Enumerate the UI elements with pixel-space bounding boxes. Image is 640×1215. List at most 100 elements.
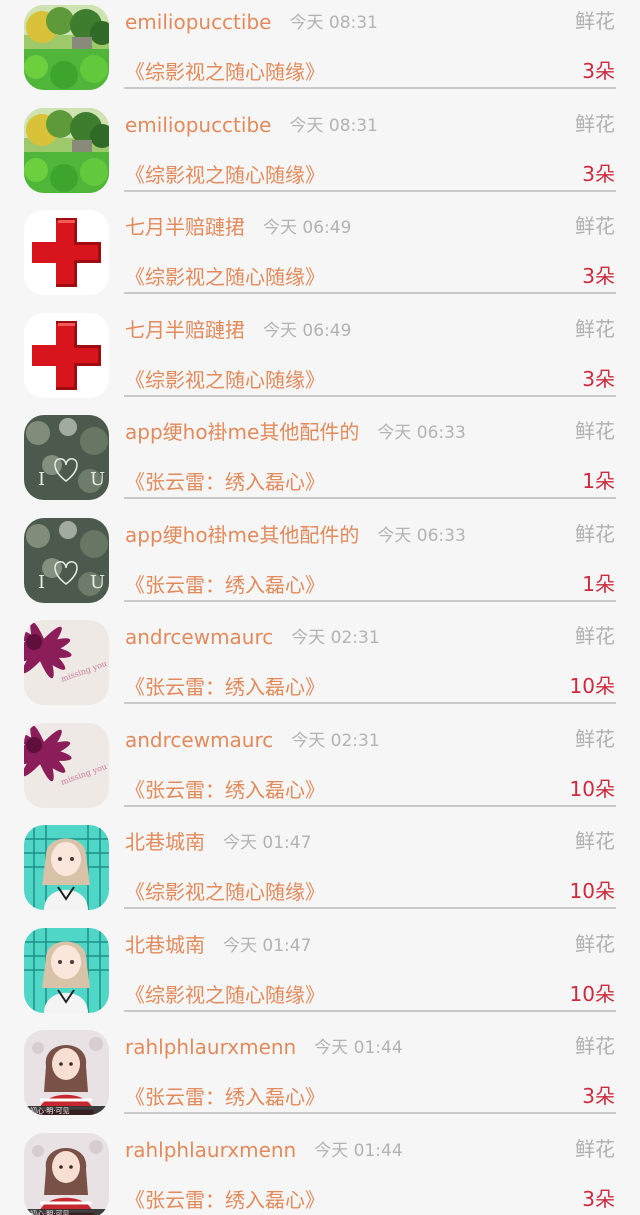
divider bbox=[124, 1010, 616, 1012]
gift-type: 鲜花 bbox=[575, 1034, 615, 1058]
bokeh-heart-avatar[interactable]: IU bbox=[24, 415, 109, 500]
gift-count: 1朵 bbox=[582, 572, 615, 596]
gift-count: 10朵 bbox=[569, 879, 615, 903]
gift-record-row[interactable]: missing you andrcewmaurc 今天 02:31 鲜花 《张云雷… bbox=[0, 718, 640, 821]
timestamp: 今天 06:33 bbox=[377, 526, 466, 546]
user-name[interactable]: 七月半赔蹥捃 bbox=[125, 318, 245, 342]
landscape-avatar[interactable] bbox=[24, 108, 109, 193]
user-name[interactable]: app绠ho褂me其他配件的 bbox=[125, 420, 359, 444]
gift-count: 3朵 bbox=[582, 162, 615, 186]
book-title[interactable]: 《综影视之随心随缘》 bbox=[125, 58, 325, 86]
user-name[interactable]: 北巷城南 bbox=[125, 933, 205, 957]
gift-type: 鲜花 bbox=[575, 1137, 615, 1161]
svg-text:U: U bbox=[90, 572, 105, 593]
divider bbox=[124, 292, 616, 294]
user-name-line: rahlphlaurxmenn 今天 01:44 bbox=[125, 1033, 403, 1062]
book-title[interactable]: 《综影视之随心随缘》 bbox=[125, 366, 325, 394]
divider bbox=[124, 395, 616, 397]
book-title[interactable]: 《张云雷：绣入磊心》 bbox=[125, 673, 325, 701]
bokeh-heart-avatar[interactable]: IU bbox=[24, 518, 109, 603]
gift-count: 3朵 bbox=[582, 264, 615, 288]
timestamp: 今天 01:44 bbox=[314, 1038, 403, 1058]
book-title[interactable]: 《综影视之随心随缘》 bbox=[125, 161, 325, 189]
user-name[interactable]: 七月半赔蹥捃 bbox=[125, 215, 245, 239]
user-name-line: andrcewmaurc 今天 02:31 bbox=[125, 726, 380, 755]
gift-record-row[interactable]: IU app绠ho褂me其他配件的 今天 06:33 鲜花 《张云雷：绣入磊心》 … bbox=[0, 513, 640, 616]
divider bbox=[124, 190, 616, 192]
purple-flower-avatar[interactable]: missing you bbox=[24, 620, 109, 705]
gift-record-row[interactable]: 七月半赔蹥捃 今天 06:49 鲜花 《综影视之随心随缘》 3朵 bbox=[0, 308, 640, 411]
user-name[interactable]: rahlphlaurxmenn bbox=[125, 1138, 296, 1162]
timestamp: 今天 01:47 bbox=[223, 833, 312, 853]
gift-count: 10朵 bbox=[569, 777, 615, 801]
gift-type: 鲜花 bbox=[575, 317, 615, 341]
user-name[interactable]: 北巷城南 bbox=[125, 830, 205, 854]
timestamp: 今天 08:31 bbox=[289, 116, 378, 136]
divider bbox=[124, 497, 616, 499]
svg-text:初心·明·可见: 初心·明·可见 bbox=[30, 1106, 69, 1115]
gift-record-list: emiliopucctibe 今天 08:31 鲜花 《综影视之随心随缘》 3朵 … bbox=[0, 0, 640, 1215]
user-name[interactable]: andrcewmaurc bbox=[125, 728, 273, 752]
gift-count: 1朵 bbox=[582, 469, 615, 493]
girl-red-sweater-avatar[interactable]: 初心·明·可见 bbox=[24, 1030, 109, 1115]
gift-record-row[interactable]: emiliopucctibe 今天 08:31 鲜花 《综影视之随心随缘》 3朵 bbox=[0, 0, 640, 103]
book-title[interactable]: 《张云雷：绣入磊心》 bbox=[125, 571, 325, 599]
gift-count: 3朵 bbox=[582, 1187, 615, 1211]
gift-record-row[interactable]: 七月半赔蹥捃 今天 06:49 鲜花 《综影视之随心随缘》 3朵 bbox=[0, 205, 640, 308]
svg-text:I: I bbox=[38, 469, 45, 490]
user-name-line: rahlphlaurxmenn 今天 01:44 bbox=[125, 1136, 403, 1165]
user-name[interactable]: rahlphlaurxmenn bbox=[125, 1035, 296, 1059]
anime-girl-avatar[interactable] bbox=[24, 928, 109, 1013]
book-title[interactable]: 《综影视之随心随缘》 bbox=[125, 878, 325, 906]
user-name[interactable]: emiliopucctibe bbox=[125, 113, 271, 137]
gift-type: 鲜花 bbox=[575, 932, 615, 956]
gift-type: 鲜花 bbox=[575, 624, 615, 648]
svg-text:U: U bbox=[90, 469, 105, 490]
divider bbox=[124, 600, 616, 602]
book-title[interactable]: 《综影视之随心随缘》 bbox=[125, 981, 325, 1009]
girl-red-sweater-avatar[interactable]: 初心·明·可见 bbox=[24, 1133, 109, 1215]
timestamp: 今天 01:47 bbox=[223, 936, 312, 956]
gift-count: 3朵 bbox=[582, 59, 615, 83]
gift-record-row[interactable]: emiliopucctibe 今天 08:31 鲜花 《综影视之随心随缘》 3朵 bbox=[0, 103, 640, 206]
divider bbox=[124, 1112, 616, 1114]
gift-count: 10朵 bbox=[569, 674, 615, 698]
purple-flower-avatar[interactable]: missing you bbox=[24, 723, 109, 808]
book-title[interactable]: 《张云雷：绣入磊心》 bbox=[125, 776, 325, 804]
gift-record-row[interactable]: 初心·明·可见 rahlphlaurxmenn 今天 01:44 鲜花 《张云雷：… bbox=[0, 1025, 640, 1128]
timestamp: 今天 06:49 bbox=[263, 321, 352, 341]
user-name[interactable]: app绠ho褂me其他配件的 bbox=[125, 523, 359, 547]
user-name-line: emiliopucctibe 今天 08:31 bbox=[125, 111, 378, 140]
gift-record-row[interactable]: 北巷城南 今天 01:47 鲜花 《综影视之随心随缘》 10朵 bbox=[0, 820, 640, 923]
book-title[interactable]: 《张云雷：绣入磊心》 bbox=[125, 1186, 325, 1214]
gift-type: 鲜花 bbox=[575, 419, 615, 443]
gift-record-row[interactable]: 北巷城南 今天 01:47 鲜花 《综影视之随心随缘》 10朵 bbox=[0, 923, 640, 1026]
gift-record-row[interactable]: IU app绠ho褂me其他配件的 今天 06:33 鲜花 《张云雷：绣入磊心》 … bbox=[0, 410, 640, 513]
user-name[interactable]: andrcewmaurc bbox=[125, 625, 273, 649]
gift-type: 鲜花 bbox=[575, 112, 615, 136]
red-cross-avatar[interactable] bbox=[24, 210, 109, 295]
book-title[interactable]: 《张云雷：绣入磊心》 bbox=[125, 468, 325, 496]
book-title[interactable]: 《综影视之随心随缘》 bbox=[125, 263, 325, 291]
user-name-line: 北巷城南 今天 01:47 bbox=[125, 828, 311, 857]
timestamp: 今天 08:31 bbox=[289, 13, 378, 33]
red-cross-avatar[interactable] bbox=[24, 313, 109, 398]
user-name-line: 七月半赔蹥捃 今天 06:49 bbox=[125, 316, 351, 345]
gift-type: 鲜花 bbox=[575, 9, 615, 33]
landscape-avatar[interactable] bbox=[24, 5, 109, 90]
timestamp: 今天 01:44 bbox=[314, 1141, 403, 1161]
svg-text:初心·明·可见: 初心·明·可见 bbox=[30, 1209, 69, 1215]
user-name[interactable]: emiliopucctibe bbox=[125, 10, 271, 34]
user-name-line: emiliopucctibe 今天 08:31 bbox=[125, 8, 378, 37]
gift-record-row[interactable]: missing you andrcewmaurc 今天 02:31 鲜花 《张云雷… bbox=[0, 615, 640, 718]
divider bbox=[124, 907, 616, 909]
gift-type: 鲜花 bbox=[575, 214, 615, 238]
timestamp: 今天 02:31 bbox=[291, 731, 380, 751]
timestamp: 今天 02:31 bbox=[291, 628, 380, 648]
anime-girl-avatar[interactable] bbox=[24, 825, 109, 910]
gift-record-row[interactable]: 初心·明·可见 rahlphlaurxmenn 今天 01:44 鲜花 《张云雷：… bbox=[0, 1128, 640, 1215]
user-name-line: app绠ho褂me其他配件的 今天 06:33 bbox=[125, 418, 466, 447]
book-title[interactable]: 《张云雷：绣入磊心》 bbox=[125, 1083, 325, 1111]
svg-text:I: I bbox=[38, 572, 45, 593]
gift-count: 3朵 bbox=[582, 1084, 615, 1108]
